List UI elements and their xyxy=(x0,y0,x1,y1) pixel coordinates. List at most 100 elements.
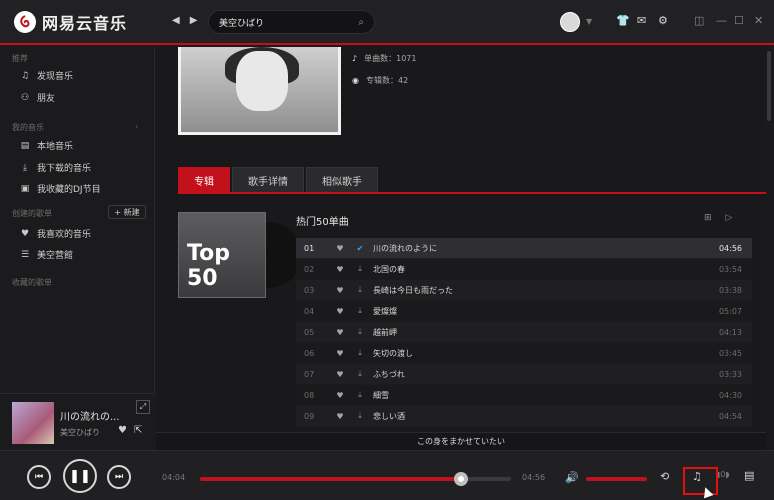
forward-arrow-icon[interactable]: ▶ xyxy=(190,15,198,26)
mini-mode-icon[interactable]: ◫ xyxy=(694,14,704,27)
heart-icon[interactable]: ♥ xyxy=(331,286,349,295)
download-icon[interactable]: ⤓ xyxy=(349,411,371,421)
volume-icon[interactable]: 🔊 xyxy=(565,471,579,484)
track-number: 09 xyxy=(304,411,315,421)
scrollbar[interactable] xyxy=(766,47,772,450)
heart-icon[interactable]: ♥ xyxy=(331,370,349,379)
previous-button[interactable]: ⏮ xyxy=(27,465,51,489)
minimize-icon[interactable]: — xyxy=(716,14,727,27)
track-number: 01 xyxy=(304,243,315,253)
download-icon[interactable]: ⤓ xyxy=(349,306,371,316)
search-box[interactable]: ⌕ xyxy=(208,10,375,34)
artist-tabs: 专辑 歌手详情 相似歌手 xyxy=(178,167,766,194)
local-music-icon: ▤ xyxy=(20,140,30,151)
sidebar-item-liked[interactable]: ♥ 我喜欢的音乐 xyxy=(20,227,91,241)
tab-similar-artists[interactable]: 相似歌手 xyxy=(306,167,378,192)
scrollbar-thumb[interactable] xyxy=(767,51,771,121)
table-row[interactable]: 02 ♥ ⤓ 北国の春 03:54 xyxy=(296,259,752,280)
play-all-icon[interactable]: ▷ xyxy=(726,213,733,223)
sidebar-item-label: 我下载的音乐 xyxy=(37,164,92,174)
heart-icon[interactable]: ♥ xyxy=(331,328,349,337)
add-folder-icon[interactable]: ⊞ xyxy=(704,213,712,223)
album-cover[interactable] xyxy=(12,402,54,444)
table-row[interactable]: 01 ♥ ✔ 川の流れのように 04:56 xyxy=(296,238,752,259)
chevron-down-icon[interactable]: ▼ xyxy=(586,17,592,26)
total-time: 04:56 xyxy=(522,473,546,482)
heart-icon[interactable]: ♥ xyxy=(331,265,349,274)
loop-mode-icon[interactable]: ⟲ xyxy=(660,470,669,483)
heart-icon[interactable]: ♥ xyxy=(331,244,349,253)
download-icon[interactable]: ⤓ xyxy=(349,369,371,379)
heart-icon[interactable]: ♥ xyxy=(331,412,349,421)
search-icon[interactable]: ⌕ xyxy=(358,17,364,28)
close-icon[interactable]: ✕ xyxy=(754,14,763,27)
download-icon[interactable]: ⤓ xyxy=(349,390,371,400)
sidebar-item-discover[interactable]: ♫ 发现音乐 xyxy=(20,69,73,83)
table-row[interactable]: 07 ♥ ⤓ ふちづれ 03:33 xyxy=(296,364,752,385)
user-avatar[interactable] xyxy=(560,12,580,32)
playlist-icon: ☰ xyxy=(20,249,30,260)
track-number: 04 xyxy=(304,306,315,316)
table-row[interactable]: 05 ♥ ⤓ 越前岬 04:13 xyxy=(296,322,752,343)
section-recommend: 推荐 xyxy=(12,54,28,63)
progress-knob[interactable] xyxy=(454,472,469,486)
sidebar-item-local-music[interactable]: ▤ 本地音乐 xyxy=(20,139,74,153)
table-row[interactable]: 04 ♥ ⤓ 愛燦燦 05:07 xyxy=(296,301,752,322)
table-row[interactable]: 06 ♥ ⤓ 矢切の渡し 03:45 xyxy=(296,343,752,364)
pause-button[interactable]: ❚❚ xyxy=(63,459,97,493)
sidebar-item-dj[interactable]: ▣ 我收藏的DJ节目 xyxy=(20,182,101,196)
gear-icon[interactable]: ⚙ xyxy=(658,14,668,27)
table-row[interactable]: 09 ♥ ⤓ 悲しい酒 04:54 xyxy=(296,406,752,427)
playlist-panel-icon[interactable]: ▤ xyxy=(744,469,754,482)
heart-icon[interactable]: ♥ xyxy=(331,349,349,358)
tab-albums[interactable]: 专辑 xyxy=(178,167,230,192)
top50-album[interactable]: Top 50 xyxy=(178,212,266,298)
friends-icon: ⚇ xyxy=(20,92,30,103)
share-icon[interactable]: ⇱ xyxy=(134,425,142,436)
heart-icon[interactable]: ♥ xyxy=(118,425,127,436)
back-arrow-icon[interactable]: ◀ xyxy=(172,15,180,26)
new-playlist-button[interactable]: + 新建 xyxy=(108,205,146,219)
now-playing-panel[interactable]: 川の流れの... 美空ひばり ♥ ⇱ ⤢ xyxy=(0,393,155,450)
download-icon[interactable]: ⤓ xyxy=(349,264,371,274)
table-row[interactable]: 03 ♥ ⤓ 長崎は今日も雨だった 03:38 xyxy=(296,280,752,301)
heart-icon[interactable]: ♥ xyxy=(331,307,349,316)
heart-icon[interactable]: ♥ xyxy=(331,391,349,400)
next-button[interactable]: ⏭ xyxy=(107,465,131,489)
sidebar-item-playlist[interactable]: ☰ 美空营館 xyxy=(20,248,73,262)
track-number: 07 xyxy=(304,369,315,379)
now-playing-artist[interactable]: 美空ひばり xyxy=(60,427,100,438)
album-count-label: 专辑数：42 xyxy=(365,76,409,85)
sidebar-item-label: 本地音乐 xyxy=(37,142,74,152)
track-number: 05 xyxy=(304,327,315,337)
album-count: ◉ 专辑数：42 xyxy=(352,75,408,86)
app-logo[interactable]: 网易云音乐 xyxy=(14,10,127,34)
shirt-icon[interactable]: 👕 xyxy=(616,14,630,27)
table-row[interactable]: 08 ♥ ⤓ 細雪 04:30 xyxy=(296,385,752,406)
track-duration: 03:33 xyxy=(718,369,742,379)
downloaded-icon[interactable]: ✔ xyxy=(349,244,371,253)
track-title: 長崎は今日も雨だった xyxy=(373,285,453,295)
track-title: ふちづれ xyxy=(373,369,405,379)
track-duration: 03:38 xyxy=(718,285,742,295)
volume-slider[interactable] xyxy=(586,477,647,481)
download-icon[interactable]: ⤓ xyxy=(349,348,371,358)
sidebar-item-downloads[interactable]: ⤓ 我下载的音乐 xyxy=(20,161,92,175)
play-count-icon[interactable]: ◖0◗ xyxy=(716,470,730,479)
progress-slider[interactable] xyxy=(200,472,511,486)
download-icon: ⤓ xyxy=(23,162,27,173)
download-icon[interactable]: ⤓ xyxy=(349,285,371,295)
sidebar-item-friends[interactable]: ⚇ 朋友 xyxy=(20,91,55,105)
track-duration: 03:54 xyxy=(718,264,742,274)
chevron-right-icon[interactable]: › xyxy=(135,122,138,131)
tab-artist-details[interactable]: 歌手详情 xyxy=(232,167,304,192)
maximize-icon[interactable]: ☐ xyxy=(734,14,744,27)
expand-icon[interactable]: ⤢ xyxy=(136,400,150,414)
artist-face xyxy=(236,51,288,111)
mail-icon[interactable]: ✉ xyxy=(637,14,646,27)
search-input[interactable] xyxy=(219,17,339,27)
hot-songs-title: 热门50单曲 xyxy=(296,217,349,228)
download-icon[interactable]: ⤓ xyxy=(349,327,371,337)
track-title: 細雪 xyxy=(373,390,389,400)
top-bar: 网易云音乐 ◀ ▶ ⌕ ▼ 👕 ✉ ⚙ ◫ — ☐ ✕ xyxy=(0,0,774,45)
